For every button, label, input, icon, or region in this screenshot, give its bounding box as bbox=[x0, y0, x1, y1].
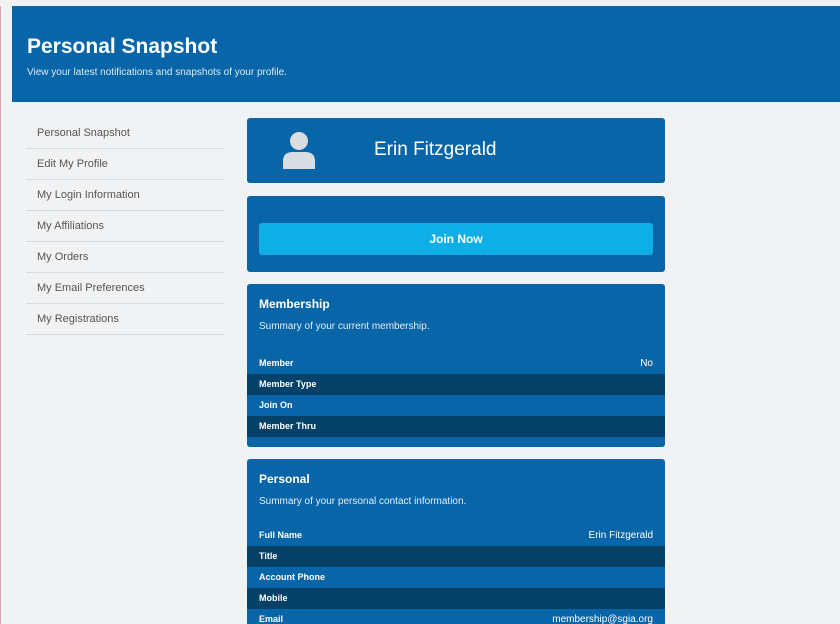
row-label: Member Type bbox=[259, 379, 317, 389]
table-row: Member Thru bbox=[247, 416, 665, 437]
page-subtitle: View your latest notifications and snaps… bbox=[27, 67, 287, 78]
table-row: Mobile bbox=[247, 588, 665, 609]
user-silhouette-icon bbox=[283, 132, 315, 169]
table-row: Join On bbox=[247, 395, 665, 416]
sidebar-item-my-affiliations[interactable]: My Affiliations bbox=[26, 211, 224, 242]
membership-card: Membership Summary of your current membe… bbox=[247, 284, 665, 447]
row-value: No bbox=[640, 358, 653, 369]
row-label: Full Name bbox=[259, 530, 303, 540]
membership-table: Member No Member Type Join On Member Thr… bbox=[247, 353, 665, 437]
row-label: Join On bbox=[259, 400, 293, 410]
sidebar-item-my-orders[interactable]: My Orders bbox=[26, 242, 224, 273]
sidebar-item-personal-snapshot[interactable]: Personal Snapshot bbox=[26, 118, 224, 149]
table-row: Member No bbox=[247, 353, 665, 374]
profile-card: Erin Fitzgerald bbox=[247, 118, 665, 183]
join-now-button[interactable]: Join Now bbox=[259, 223, 653, 255]
membership-title: Membership bbox=[259, 297, 330, 311]
table-row: Email membership@sgia.org bbox=[247, 609, 665, 624]
membership-subtitle: Summary of your current membership. bbox=[259, 321, 430, 332]
table-row: Full Name Erin Fitzgerald bbox=[247, 525, 665, 546]
row-value: Erin Fitzgerald bbox=[588, 530, 653, 541]
row-label: Title bbox=[259, 551, 278, 561]
table-row: Title bbox=[247, 546, 665, 567]
page-header: Personal Snapshot View your latest notif… bbox=[12, 6, 840, 102]
left-edge bbox=[0, 6, 12, 624]
row-label: Mobile bbox=[259, 593, 288, 603]
row-label: Account Phone bbox=[259, 572, 326, 582]
personal-title: Personal bbox=[259, 472, 310, 486]
row-label: Member bbox=[259, 358, 294, 368]
row-label: Member Thru bbox=[259, 421, 317, 431]
personal-card: Personal Summary of your personal contac… bbox=[247, 459, 665, 624]
join-card: Join Now bbox=[247, 196, 665, 272]
page-title: Personal Snapshot bbox=[27, 35, 218, 58]
personal-subtitle: Summary of your personal contact informa… bbox=[259, 496, 467, 507]
sidebar-item-edit-my-profile[interactable]: Edit My Profile bbox=[26, 149, 224, 180]
sidebar-item-my-registrations[interactable]: My Registrations bbox=[26, 304, 224, 335]
row-label: Email bbox=[259, 614, 284, 624]
table-row: Account Phone bbox=[247, 567, 665, 588]
sidebar-nav: Personal Snapshot Edit My Profile My Log… bbox=[26, 118, 224, 335]
personal-table: Full Name Erin Fitzgerald Title Account … bbox=[247, 525, 665, 624]
profile-name: Erin Fitzgerald bbox=[374, 139, 497, 160]
row-value: membership@sgia.org bbox=[552, 614, 653, 624]
sidebar-item-my-login-information[interactable]: My Login Information bbox=[26, 180, 224, 211]
sidebar-item-my-email-preferences[interactable]: My Email Preferences bbox=[26, 273, 224, 304]
table-row: Member Type bbox=[247, 374, 665, 395]
